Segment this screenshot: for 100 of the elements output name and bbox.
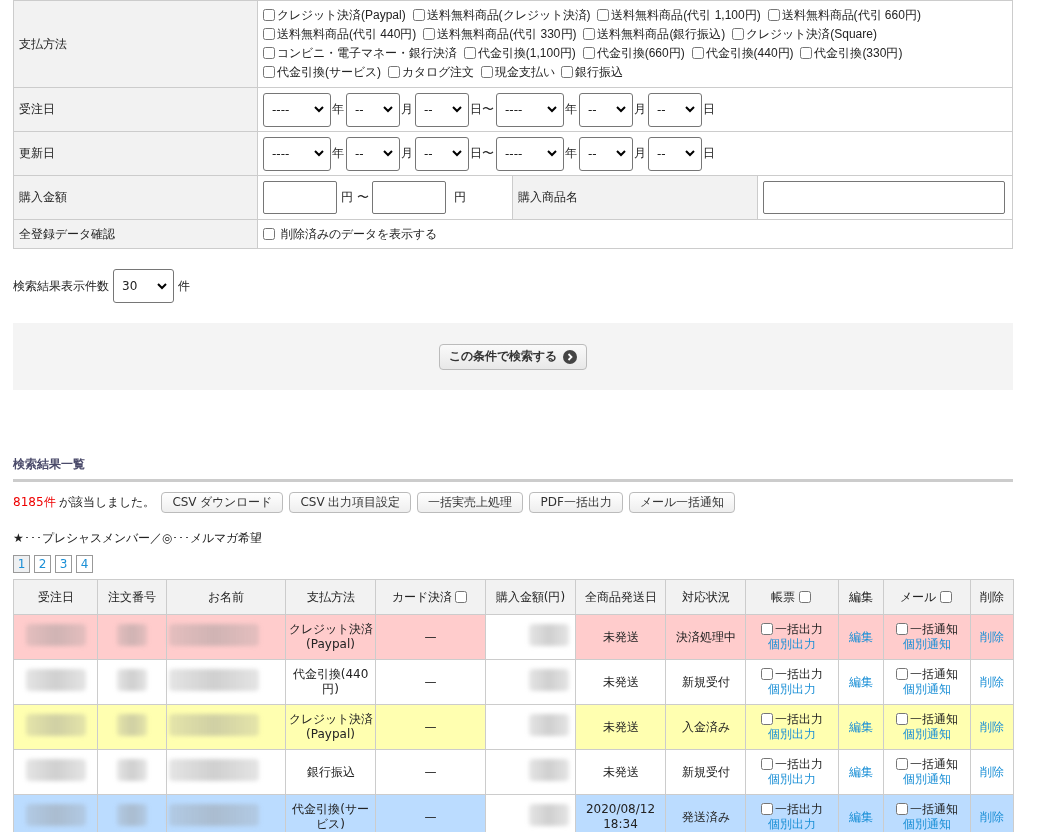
table-cell: — xyxy=(424,629,437,644)
table-cell: 銀行振込 xyxy=(306,764,355,779)
checkbox[interactable] xyxy=(939,590,952,603)
action-button[interactable]: CSV 出力項目設定 xyxy=(289,492,412,513)
dropdown[interactable]: -- xyxy=(648,136,702,171)
table-cell: 入金済み xyxy=(681,719,730,734)
action-button[interactable]: 一括実売上処理 xyxy=(417,492,524,513)
checkbox[interactable] xyxy=(582,47,595,59)
dropdown[interactable]: -- xyxy=(346,136,400,171)
checkbox[interactable] xyxy=(263,28,275,40)
blurred-text xyxy=(117,714,147,736)
checkbox[interactable] xyxy=(691,47,704,59)
unit-label: 月 xyxy=(634,102,646,116)
dropdown[interactable]: ---- xyxy=(496,136,564,171)
page-link[interactable]: 4 xyxy=(76,555,93,573)
option-label: カタログ注文 xyxy=(401,65,474,79)
link[interactable]: 個別通知 xyxy=(903,682,951,697)
checkbox[interactable] xyxy=(263,66,275,78)
checkbox[interactable] xyxy=(412,9,425,21)
link[interactable]: 削除 xyxy=(980,629,1004,644)
checkbox[interactable] xyxy=(896,668,908,680)
option-label: 代金引換(1,100円) xyxy=(477,46,576,60)
checkbox-label: 一括通知 xyxy=(910,622,958,636)
blurred-text xyxy=(528,669,569,691)
search-button[interactable]: この条件で検索する xyxy=(439,343,587,370)
checkbox[interactable] xyxy=(480,66,493,78)
checkbox[interactable] xyxy=(263,227,275,240)
unit-label: 円 〜 xyxy=(340,190,369,204)
option-label: 代金引換(サービス) xyxy=(277,65,381,79)
checkbox[interactable] xyxy=(761,713,773,725)
field-label: 購入商品名 xyxy=(518,190,578,204)
link[interactable]: 個別出力 xyxy=(768,727,816,742)
checkbox-label: 一括出力 xyxy=(775,802,823,816)
blurred-text xyxy=(117,624,147,646)
arrow-circle-icon xyxy=(563,349,577,364)
checkbox[interactable] xyxy=(761,758,773,770)
link[interactable]: 削除 xyxy=(980,719,1004,734)
dropdown[interactable]: ---- xyxy=(263,136,331,171)
checkbox[interactable] xyxy=(732,28,745,40)
checkbox[interactable] xyxy=(263,47,275,59)
link[interactable]: 個別出力 xyxy=(768,682,816,697)
dropdown[interactable]: -- xyxy=(346,92,400,127)
page-link[interactable]: 2 xyxy=(34,555,51,573)
link[interactable]: 編集 xyxy=(849,629,873,644)
link[interactable]: 編集 xyxy=(849,719,873,734)
page-link[interactable]: 1 xyxy=(13,555,30,573)
link[interactable]: 個別出力 xyxy=(768,817,816,832)
checkbox[interactable] xyxy=(800,47,813,59)
checkbox[interactable] xyxy=(583,28,596,40)
checkbox[interactable] xyxy=(761,623,773,635)
input-field[interactable] xyxy=(763,181,1005,214)
dropdown[interactable]: -- xyxy=(579,92,633,127)
checkbox[interactable] xyxy=(896,713,908,725)
action-button[interactable]: PDF一括出力 xyxy=(529,492,623,513)
chevron-icon xyxy=(616,106,626,113)
input-field[interactable] xyxy=(372,181,447,214)
checkbox[interactable] xyxy=(387,66,400,78)
link[interactable]: 個別出力 xyxy=(768,637,816,652)
column-header: 削除 xyxy=(970,579,1014,615)
checkbox[interactable] xyxy=(597,9,610,21)
checkbox[interactable] xyxy=(896,623,908,635)
action-button[interactable]: CSV ダウンロード xyxy=(161,492,284,513)
checkbox[interactable] xyxy=(263,9,275,21)
link[interactable]: 編集 xyxy=(849,674,873,689)
link[interactable]: 削除 xyxy=(980,674,1004,689)
dropdown[interactable]: ---- xyxy=(263,92,331,127)
option-label: 送料無料商品(銀行振込) xyxy=(597,27,726,41)
checkbox[interactable] xyxy=(423,28,436,40)
column-header: 購入金額(円) xyxy=(485,579,576,615)
link[interactable]: 削除 xyxy=(980,764,1004,779)
checkbox[interactable] xyxy=(455,590,468,603)
dropdown[interactable]: -- xyxy=(648,92,702,127)
link[interactable]: 編集 xyxy=(849,764,873,779)
checkbox[interactable] xyxy=(463,47,476,59)
table-cell: 決済処理中 xyxy=(675,629,736,644)
checkbox[interactable] xyxy=(761,803,773,815)
dropdown[interactable]: -- xyxy=(415,92,469,127)
link[interactable]: 個別通知 xyxy=(903,637,951,652)
link[interactable]: 個別通知 xyxy=(903,772,951,787)
field-label: 受注日 xyxy=(19,102,55,116)
dropdown[interactable]: -- xyxy=(579,136,633,171)
dropdown[interactable]: 30 xyxy=(113,269,174,303)
unit-label: 日 xyxy=(703,102,715,116)
input-field[interactable] xyxy=(263,181,337,214)
checkbox[interactable] xyxy=(798,590,811,603)
dropdown[interactable]: -- xyxy=(415,136,469,171)
checkbox[interactable] xyxy=(896,758,908,770)
checkbox[interactable] xyxy=(761,668,773,680)
checkbox[interactable] xyxy=(896,803,908,815)
action-button[interactable]: メール一括通知 xyxy=(628,492,735,513)
blurred-text xyxy=(25,804,86,826)
checkbox[interactable] xyxy=(767,9,780,21)
link[interactable]: 個別通知 xyxy=(903,817,951,832)
dropdown[interactable]: ---- xyxy=(496,92,564,127)
checkbox[interactable] xyxy=(561,66,574,78)
field-label: 購入金額 xyxy=(19,190,67,204)
chevron-icon xyxy=(685,106,695,113)
page-link[interactable]: 3 xyxy=(55,555,72,573)
link[interactable]: 個別通知 xyxy=(903,727,951,742)
link[interactable]: 個別出力 xyxy=(768,772,816,787)
